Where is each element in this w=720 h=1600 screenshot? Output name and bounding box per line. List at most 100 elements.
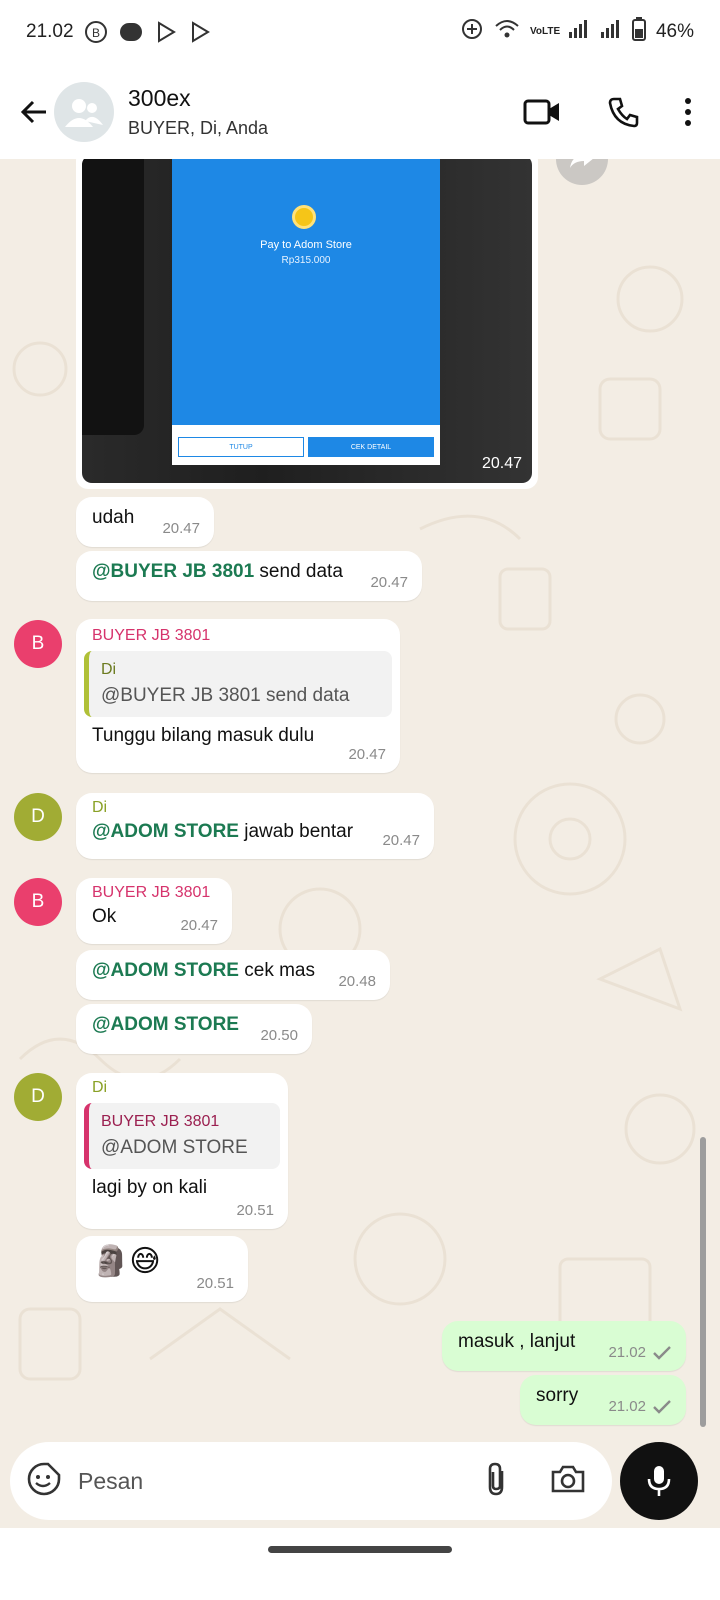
- pay-amount: Rp315.000: [281, 255, 331, 266]
- message-bubble[interactable]: @ADOM STORE 20.50: [76, 1004, 312, 1054]
- signal-icon-2: [600, 19, 622, 45]
- navigation-bar: [0, 1528, 720, 1600]
- quoted-message[interactable]: Di @BUYER JB 3801 send data: [84, 651, 392, 717]
- message-bubble[interactable]: Di @ADOM STORE jawab bentar 20.47: [76, 793, 434, 859]
- emoji-message: 🗿😅: [92, 1245, 161, 1278]
- message-time: 20.50: [260, 1027, 298, 1044]
- scrollbar[interactable]: [700, 1137, 706, 1427]
- mention[interactable]: @BUYER JB 3801: [92, 561, 254, 582]
- message-bubble[interactable]: 🗿😅 20.51: [76, 1236, 248, 1302]
- message-bubble[interactable]: @ADOM STORE cek mas 20.48: [76, 950, 390, 1000]
- voice-call-button[interactable]: [594, 82, 654, 142]
- coin-icon: [292, 205, 316, 229]
- message-bubble[interactable]: udah 20.47: [76, 497, 214, 547]
- b-app-icon: B: [84, 20, 108, 44]
- video-camera-icon: [523, 99, 559, 124]
- camera-icon[interactable]: [550, 1464, 586, 1499]
- phone-icon: [608, 97, 639, 127]
- chat-header: 300ex BUYER, Di, Anda: [0, 64, 720, 159]
- message-time: 21.02: [608, 1398, 646, 1415]
- sender-name[interactable]: Di: [92, 799, 418, 817]
- sender-name[interactable]: BUYER JB 3801: [92, 627, 392, 645]
- image-message[interactable]: Pay to Adom Store Rp315.000 TUTUP CEK DE…: [76, 159, 538, 489]
- battery-icon: [631, 17, 646, 47]
- voice-record-button[interactable]: [620, 1442, 698, 1520]
- avatar-buyer[interactable]: B: [14, 878, 62, 926]
- message-time: 20.48: [338, 973, 376, 990]
- pay-title: Pay to Adom Store: [260, 239, 352, 251]
- message-bubble[interactable]: Di BUYER JB 3801 @ADOM STORE lagi by on …: [76, 1073, 288, 1229]
- detail-button-in-image: CEK DETAIL: [308, 437, 434, 457]
- home-gesture-handle[interactable]: [268, 1546, 452, 1553]
- message-text: Tunggu bilang masuk dulu: [92, 725, 315, 746]
- status-bar: 21.02 B VoLTE 46%: [0, 0, 720, 64]
- message-text: jawab bentar: [238, 821, 354, 842]
- avatar-di[interactable]: D: [14, 1073, 62, 1121]
- message-bubble[interactable]: BUYER JB 3801 Di @BUYER JB 3801 send dat…: [76, 619, 400, 773]
- group-title-area[interactable]: 300ex BUYER, Di, Anda: [128, 85, 268, 139]
- message-text: lagi by on kali: [92, 1177, 208, 1198]
- message-time: 20.47: [481, 455, 522, 472]
- avatar-buyer[interactable]: B: [14, 620, 62, 668]
- chat-app-icon: [118, 20, 144, 44]
- status-time: 21.02: [26, 21, 74, 42]
- signal-icon: [568, 19, 590, 45]
- arrow-left-icon: [20, 100, 46, 123]
- message-text: Ok: [92, 906, 117, 927]
- data-saver-icon: [460, 17, 484, 47]
- message-input[interactable]: Pesan: [78, 1468, 143, 1495]
- outgoing-message-bubble[interactable]: sorry 21.02: [520, 1375, 686, 1425]
- microphone-icon: [647, 1466, 671, 1496]
- message-time: 20.51: [196, 1275, 234, 1292]
- kebab-menu-icon: [685, 97, 691, 126]
- quoted-text: @ADOM STORE: [101, 1137, 248, 1158]
- payment-panel: Pay to Adom Store Rp315.000: [172, 159, 440, 445]
- message-text: sorry: [536, 1385, 579, 1406]
- mention[interactable]: @ADOM STORE: [92, 960, 239, 981]
- message-text: udah: [92, 507, 135, 528]
- quoted-sender: BUYER JB 3801: [101, 1113, 220, 1130]
- sender-name[interactable]: Di: [92, 1079, 280, 1097]
- video-call-button[interactable]: [512, 82, 572, 142]
- message-time: 20.47: [348, 746, 386, 763]
- more-options-button[interactable]: [668, 82, 708, 142]
- message-time: 20.51: [236, 1202, 274, 1219]
- close-button-in-image: TUTUP: [178, 437, 304, 457]
- group-icon: [65, 98, 103, 127]
- message-text: masuk , lanjut: [458, 1331, 576, 1352]
- outgoing-message-bubble[interactable]: masuk , lanjut 21.02: [442, 1321, 686, 1371]
- mention[interactable]: @ADOM STORE: [92, 821, 239, 842]
- message-time: 20.47: [370, 574, 408, 591]
- check-icon: [653, 1345, 671, 1360]
- quoted-sender: Di: [101, 661, 117, 678]
- avatar-di[interactable]: D: [14, 793, 62, 841]
- play-store-icon-2: [188, 20, 212, 44]
- message-time: 21.02: [608, 1344, 646, 1361]
- quoted-text: @BUYER JB 3801 send data: [101, 685, 350, 706]
- message-bubble[interactable]: @BUYER JB 3801 send data 20.47: [76, 551, 422, 601]
- attach-icon[interactable]: [484, 1461, 508, 1502]
- mention[interactable]: @ADOM STORE: [92, 1014, 239, 1035]
- message-composer[interactable]: Pesan: [10, 1442, 612, 1520]
- screenshot-sidebar: [82, 159, 144, 435]
- check-icon: [653, 1399, 671, 1414]
- volte-label: VoLTE: [529, 26, 561, 37]
- sender-name[interactable]: BUYER JB 3801: [92, 884, 216, 902]
- group-avatar[interactable]: [54, 81, 114, 142]
- play-store-icon: [154, 20, 178, 44]
- message-time: 20.47: [382, 832, 420, 849]
- message-text: cek mas: [238, 960, 315, 981]
- message-time: 20.47: [162, 520, 200, 537]
- message-text: send data: [254, 561, 343, 582]
- quoted-message[interactable]: BUYER JB 3801 @ADOM STORE: [84, 1103, 280, 1169]
- group-members: BUYER, Di, Anda: [128, 117, 269, 138]
- message-time: 20.47: [180, 917, 218, 934]
- payment-screenshot[interactable]: Pay to Adom Store Rp315.000 TUTUP CEK DE…: [82, 159, 532, 483]
- battery-level: 46%: [655, 21, 694, 42]
- wifi-icon: [494, 18, 520, 46]
- group-name: 300ex: [128, 84, 191, 111]
- message-bubble[interactable]: BUYER JB 3801 Ok 20.47: [76, 878, 232, 944]
- emoji-sticker-icon[interactable]: [26, 1461, 62, 1502]
- forward-icon: [570, 159, 593, 168]
- chat-area[interactable]: Pay to Adom Store Rp315.000 TUTUP CEK DE…: [0, 159, 720, 1472]
